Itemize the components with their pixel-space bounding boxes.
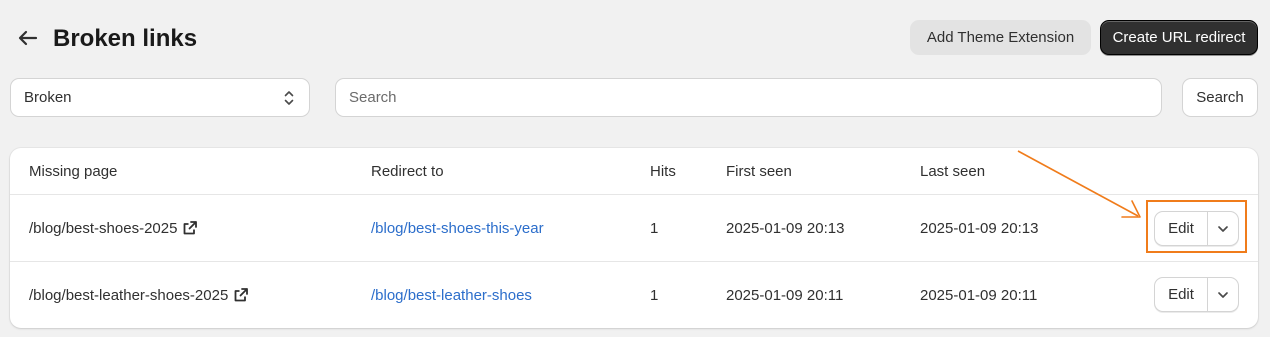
broken-links-table: Missing page Redirect to Hits First seen…	[10, 148, 1258, 328]
missing-page-cell: /blog/best-shoes-2025	[29, 195, 198, 261]
more-actions-button[interactable]	[1208, 212, 1238, 245]
first-seen-cell: 2025-01-09 20:11	[726, 286, 844, 304]
first-seen-cell: 2025-01-09 20:13	[726, 219, 845, 237]
chevron-up-down-icon	[284, 91, 294, 105]
column-header-last-seen: Last seen	[920, 162, 986, 180]
search-input[interactable]	[335, 78, 1162, 117]
missing-page-text: /blog/best-leather-shoes-2025	[29, 286, 229, 304]
redirect-to-link[interactable]: /blog/best-shoes-this-year	[371, 220, 544, 237]
status-filter-select[interactable]: Broken	[10, 78, 310, 117]
column-header-missing-page: Missing page	[29, 162, 118, 180]
create-url-redirect-button[interactable]: Create URL redirect	[1100, 20, 1258, 55]
edit-split-button: Edit	[1154, 277, 1239, 312]
hits-cell: 1	[650, 219, 659, 237]
edit-button[interactable]: Edit	[1155, 278, 1208, 311]
redirect-to-link[interactable]: /blog/best-leather-shoes	[371, 287, 532, 304]
arrow-left-icon	[18, 30, 38, 46]
add-theme-extension-button[interactable]: Add Theme Extension	[910, 20, 1091, 55]
more-actions-button[interactable]	[1208, 278, 1238, 311]
edit-button[interactable]: Edit	[1155, 212, 1208, 245]
last-seen-cell: 2025-01-09 20:11	[920, 286, 1038, 304]
external-link-icon[interactable]	[182, 220, 198, 236]
page-title: Broken links	[53, 25, 198, 52]
column-header-hits: Hits	[650, 162, 676, 180]
back-button[interactable]	[14, 24, 42, 52]
column-header-first-seen: First seen	[726, 162, 792, 180]
status-filter-value: Broken	[24, 89, 72, 106]
missing-page-cell: /blog/best-leather-shoes-2025	[29, 262, 249, 328]
external-link-icon[interactable]	[233, 287, 249, 303]
table-header: Missing page Redirect to Hits First seen…	[10, 148, 1258, 195]
last-seen-cell: 2025-01-09 20:13	[920, 219, 1039, 237]
chevron-down-icon	[1218, 291, 1228, 298]
table-row: /blog/best-shoes-2025 /blog/best-shoes-t…	[10, 195, 1258, 262]
table-row: /blog/best-leather-shoes-2025 /blog/best…	[10, 262, 1258, 328]
search-button[interactable]: Search	[1182, 78, 1258, 117]
chevron-down-icon	[1218, 225, 1228, 232]
edit-split-button: Edit	[1154, 211, 1239, 246]
column-header-redirect-to: Redirect to	[371, 162, 444, 180]
missing-page-text: /blog/best-shoes-2025	[29, 219, 178, 237]
hits-cell: 1	[650, 286, 659, 304]
redirect-to-cell: /blog/best-leather-shoes	[371, 262, 532, 328]
page-header: Broken links Add Theme Extension Create …	[0, 0, 1270, 76]
redirect-to-cell: /blog/best-shoes-this-year	[371, 195, 544, 261]
